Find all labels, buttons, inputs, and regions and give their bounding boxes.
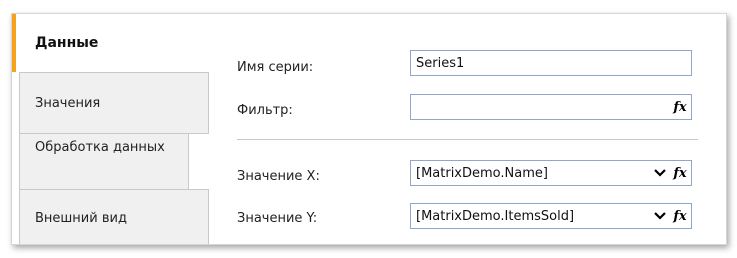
- x-value-label: Значение X:: [237, 169, 320, 184]
- section-divider: [237, 139, 698, 140]
- tab-label: Значения: [35, 95, 101, 111]
- x-value-text: [MatrixDemo.Name]: [416, 165, 548, 181]
- tab-label: Внешний вид: [35, 210, 127, 226]
- tab-content: Имя серии: Series1 Фильтр: fx Значение X…: [210, 14, 726, 244]
- x-value-combo[interactable]: [MatrixDemo.Name] fx: [410, 160, 692, 186]
- tab-strip: Данные Значения Обработка данных Внешний…: [12, 14, 211, 244]
- fx-icon[interactable]: fx: [669, 166, 691, 181]
- fx-icon[interactable]: fx: [669, 209, 691, 224]
- tab-appearance[interactable]: Внешний вид: [19, 189, 209, 244]
- filter-label: Фильтр:: [237, 103, 293, 118]
- y-value-combo[interactable]: [MatrixDemo.ItemsSold] fx: [410, 203, 692, 229]
- y-value-label: Значение Y:: [237, 211, 318, 226]
- y-value-text: [MatrixDemo.ItemsSold]: [416, 208, 575, 224]
- chevron-down-icon[interactable]: [651, 161, 669, 185]
- chevron-down-icon[interactable]: [651, 204, 669, 228]
- tab-label: Данные: [35, 35, 99, 51]
- tab-label: Обработка данных: [35, 140, 165, 155]
- filter-input[interactable]: fx: [410, 94, 692, 120]
- series-editor-panel: Данные Значения Обработка данных Внешний…: [11, 13, 727, 245]
- series-name-input[interactable]: Series1: [410, 50, 692, 76]
- series-name-value: Series1: [416, 55, 465, 71]
- series-name-label: Имя серии:: [237, 60, 314, 75]
- tab-values[interactable]: Значения: [19, 72, 209, 134]
- fx-icon[interactable]: fx: [669, 100, 691, 115]
- tab-data[interactable]: Данные: [12, 14, 211, 72]
- tab-data-processing[interactable]: Обработка данных: [19, 133, 189, 190]
